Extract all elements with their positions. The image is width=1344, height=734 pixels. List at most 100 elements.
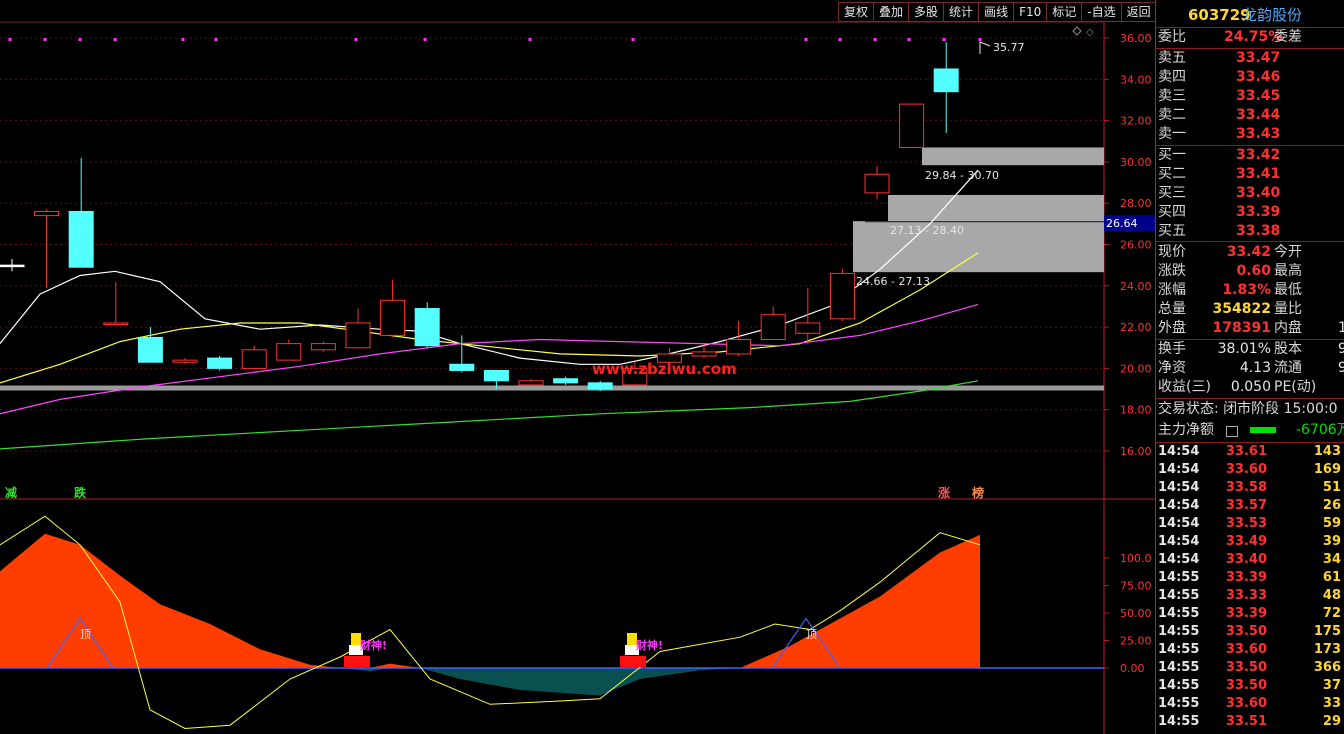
stat-label: 现价 [1158, 244, 1186, 260]
mark-button[interactable]: 标记 [1047, 2, 1083, 22]
stat-row: 涨幅 1.83% 最低 [1156, 281, 1344, 300]
tick-price: 33.53 [1225, 516, 1267, 531]
kline-chart[interactable]: 36.00 34.00 32.00 30.00 28.00 26.00 24.00 22.00… [0, 0, 1156, 734]
tick-row[interactable]: 14:55 33.39 61 [1156, 569, 1344, 587]
candle[interactable] [276, 339, 302, 361]
tick-row[interactable]: 14:54 33.57 26 [1156, 497, 1344, 515]
stat-value: 38.01% [1217, 341, 1271, 357]
tick-row[interactable]: 14:55 33.33 48 [1156, 587, 1344, 605]
tick-row[interactable]: 14:54 33.60 169 [1156, 461, 1344, 479]
tick-row[interactable]: 14:54 33.49 39 [1156, 533, 1344, 551]
signal-dot [78, 38, 82, 41]
tick-row[interactable]: 14:55 33.39 72 [1156, 605, 1344, 623]
candle[interactable] [933, 42, 959, 133]
statistics-button[interactable]: 统计 [944, 2, 980, 22]
stat-row: 现价 33.42 今开 [1156, 243, 1344, 262]
indicator-area [0, 533, 980, 668]
signal-dot [214, 38, 218, 41]
tick-price: 33.51 [1225, 714, 1267, 729]
signal-dot [838, 38, 842, 41]
multi-stock-button[interactable]: 多股 [909, 2, 945, 22]
buy-level-price: 33.41 [1236, 166, 1281, 182]
stat-label: 外盘 [1158, 320, 1186, 336]
candle[interactable] [829, 269, 855, 321]
f10-button[interactable]: F10 [1014, 2, 1048, 22]
candle[interactable] [345, 308, 371, 349]
tick-row[interactable]: 14:55 33.50 37 [1156, 677, 1344, 695]
chart-area[interactable]: 36.00 34.00 32.00 30.00 28.00 26.00 24.00 22.00… [0, 0, 1157, 734]
candle[interactable] [553, 376, 579, 385]
overlay-button[interactable]: 叠加 [874, 2, 910, 22]
tick-price: 33.50 [1225, 678, 1267, 693]
back-button[interactable]: 返回 [1121, 2, 1157, 22]
candle[interactable] [380, 279, 406, 338]
candle-body [137, 336, 163, 363]
candle[interactable] [241, 345, 267, 369]
draw-line-button[interactable]: 画线 [979, 2, 1015, 22]
tick-row[interactable]: 14:54 33.61 143 [1156, 443, 1344, 461]
zone-label-2: 27.13 - 28.40 [890, 224, 964, 237]
candle-body [172, 359, 198, 363]
tick-vol: 72 [1322, 606, 1341, 621]
candle[interactable] [310, 341, 336, 352]
candle[interactable] [795, 287, 821, 344]
buy-level-row: 买一 33.42 [1156, 146, 1344, 165]
y-axis: 36.00 34.00 32.00 30.00 28.00 26.00 24.00 22.00… [1104, 32, 1152, 458]
tick-row[interactable]: 14:54 33.58 51 [1156, 479, 1344, 497]
candle[interactable] [760, 306, 786, 340]
candle-body [414, 308, 440, 347]
signal-rank: 榜 [972, 485, 984, 500]
candle[interactable] [899, 103, 925, 148]
candle[interactable] [0, 258, 25, 272]
tick-row[interactable]: 14:55 33.50 366 [1156, 659, 1344, 677]
tick-time: 14:55 [1158, 624, 1200, 639]
candle[interactable] [207, 356, 233, 371]
candle-body [587, 382, 613, 390]
candle[interactable] [34, 209, 60, 288]
stat-value: 4.13 [1239, 360, 1271, 376]
candle[interactable] [172, 358, 198, 365]
candle[interactable] [864, 166, 890, 200]
tick-row[interactable]: 14:55 33.60 173 [1156, 641, 1344, 659]
candle[interactable] [68, 157, 94, 268]
tick-row[interactable]: 14:55 33.51 29 [1156, 713, 1344, 731]
tick-row[interactable]: 14:55 33.50 175 [1156, 623, 1344, 641]
sell-level-label: 卖二 [1158, 107, 1186, 123]
tick-row[interactable]: 14:54 33.40 34 [1156, 551, 1344, 569]
tick-time: 14:54 [1158, 462, 1200, 477]
buy-level-row: 买三 33.40 [1156, 184, 1344, 203]
signal-reduce: 减 [5, 485, 17, 500]
tick-price: 33.50 [1225, 660, 1267, 675]
zone-label-3: 24.66 - 27.13 [856, 275, 930, 288]
list-icon[interactable] [1226, 426, 1238, 437]
tick-vol: 366 [1313, 660, 1341, 675]
settings-icon[interactable]: ◇ [1086, 27, 1094, 38]
stat-value: 178391 [1212, 320, 1271, 336]
candle[interactable] [103, 281, 129, 325]
signal-dot [528, 38, 532, 41]
candle[interactable] [691, 343, 717, 359]
diamond-icon[interactable] [1072, 26, 1082, 36]
candle[interactable] [518, 378, 544, 386]
main-net-value: -6706万 [1296, 422, 1344, 438]
tick-row[interactable]: 14:54 33.53 59 [1156, 515, 1344, 533]
stat-value: 1.83% [1222, 282, 1271, 298]
indicator-axis: 100.0 75.00 50.00 25.00 0.00 [1104, 552, 1152, 675]
separator [1156, 241, 1344, 242]
stock-name: 龙韵股份 [1242, 6, 1303, 24]
tick-vol: 34 [1322, 552, 1341, 567]
sell-level-price: 33.45 [1236, 88, 1281, 104]
candle-body [829, 272, 855, 320]
candle[interactable] [137, 327, 163, 363]
candle[interactable] [414, 302, 440, 348]
tick-row[interactable]: 14:55 33.60 33 [1156, 695, 1344, 713]
stat-label: 收益(三) [1158, 379, 1211, 395]
fuquan-button[interactable]: 复权 [838, 2, 875, 22]
fortune-icon [620, 656, 646, 667]
candle-body [380, 299, 406, 336]
indicator-tick-label: 50.00 [1120, 607, 1152, 620]
tick-price: 33.57 [1225, 498, 1267, 513]
main-net-row[interactable]: 主力净额 -6706万 [1156, 421, 1344, 440]
remove-watchlist-button[interactable]: -自选 [1082, 2, 1122, 22]
tick-vol: 173 [1313, 642, 1341, 657]
